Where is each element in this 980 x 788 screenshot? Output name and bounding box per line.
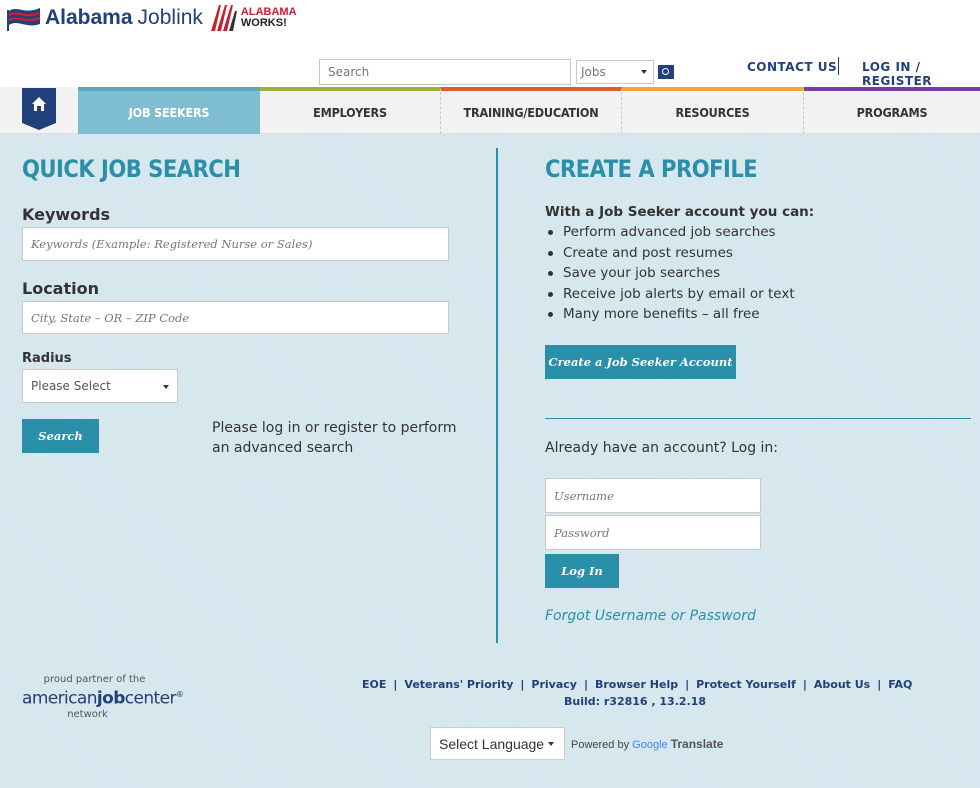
- alabama-works-logo: ALABAMA WORKS!: [209, 3, 297, 33]
- brand-name-light: Joblink: [137, 6, 203, 29]
- list-item: Many more benefits – all free: [545, 304, 795, 325]
- home-button[interactable]: [22, 88, 56, 130]
- radius-label: Radius: [22, 351, 72, 366]
- registered-mark: ®: [175, 690, 184, 699]
- alabama-joblink-logo[interactable]: Alabama Joblink ALABAMA WORKS!: [6, 3, 297, 33]
- tab-training-education[interactable]: TRAINING/EDUCATION: [441, 87, 622, 134]
- list-item: Create and post resumes: [545, 243, 795, 264]
- forgot-credentials-link[interactable]: Forgot Username or Password: [545, 608, 756, 624]
- contact-us-link[interactable]: CONTACT US: [747, 60, 837, 74]
- header-search-input[interactable]: Search: [319, 59, 571, 85]
- benefits-list: Perform advanced job searches Create and…: [545, 222, 795, 325]
- footer-link-privacy[interactable]: Privacy: [531, 678, 577, 691]
- radius-select[interactable]: Please Select: [22, 369, 178, 403]
- footer-link-browser-help[interactable]: Browser Help: [595, 678, 678, 691]
- home-icon: [32, 97, 46, 111]
- radius-value: Please Select: [31, 379, 111, 393]
- location-input[interactable]: City, State – OR – ZIP Code: [22, 301, 449, 334]
- username-input[interactable]: Username: [545, 478, 761, 513]
- search-icon[interactable]: [658, 65, 674, 79]
- header-search-type-select[interactable]: Jobs: [576, 60, 654, 84]
- profile-intro: With a Job Seeker account you can:: [545, 204, 815, 220]
- language-value: Select Language: [439, 735, 545, 752]
- site-header: Alabama Joblink ALABAMA WORKS! Search Jo…: [0, 0, 980, 88]
- chevron-down-icon: [163, 385, 169, 389]
- login-register-link[interactable]: LOG IN / REGISTER: [862, 60, 980, 88]
- partner-network: network: [67, 708, 108, 720]
- column-divider: [496, 148, 498, 643]
- powered-by-label: Powered by: [571, 739, 630, 751]
- location-label: Location: [22, 279, 99, 298]
- google-translate-attribution: Powered by Google Translate: [571, 737, 723, 751]
- keywords-input[interactable]: Keywords (Example: Registered Nurse or S…: [22, 227, 449, 261]
- footer-link-protect-yourself[interactable]: Protect Yourself: [696, 678, 796, 691]
- footer-link-eoe[interactable]: EOE: [362, 678, 386, 691]
- partner-center: center: [124, 688, 177, 709]
- login-button[interactable]: Log In: [545, 554, 619, 588]
- google-logo: Google: [632, 739, 668, 751]
- header-divider: [838, 57, 839, 75]
- translate-label: Translate: [670, 737, 724, 751]
- advanced-search-note: Please log in or register to perform an …: [212, 420, 457, 456]
- create-profile-title: CREATE A PROFILE: [545, 155, 758, 183]
- alabama-works-icon: [210, 5, 237, 31]
- keywords-label: Keywords: [22, 205, 111, 224]
- partner-american: american: [22, 688, 97, 709]
- tab-job-seekers[interactable]: JOB SEEKERS: [78, 87, 260, 134]
- footer-links: EOE | Veterans' Priority | Privacy | Browser H…: [362, 678, 913, 691]
- build-info: Build: r32816 , 13.2.18: [564, 695, 707, 708]
- brand-name-bold: Alabama: [45, 6, 133, 29]
- tab-programs[interactable]: PROGRAMS: [804, 87, 980, 134]
- partner-line1: proud partner of the: [43, 674, 146, 685]
- language-select[interactable]: Select Language: [430, 727, 565, 760]
- list-item: Receive job alerts by email or text: [545, 284, 795, 305]
- chevron-down-icon: [548, 742, 554, 746]
- chevron-down-icon: [641, 70, 647, 74]
- footer-link-veterans-priority[interactable]: Veterans' Priority: [404, 678, 513, 691]
- section-divider: [545, 418, 971, 419]
- login-prompt: Already have an account? Log in:: [545, 440, 779, 456]
- tab-employers[interactable]: EMPLOYERS: [260, 87, 441, 134]
- partner-job: job: [96, 688, 125, 709]
- tab-resources[interactable]: RESOURCES: [622, 87, 804, 134]
- quick-job-search-title: QUICK JOB SEARCH: [22, 155, 241, 183]
- footer-link-faq[interactable]: FAQ: [888, 678, 912, 691]
- search-button[interactable]: Search: [22, 419, 99, 453]
- flag-icon: [7, 8, 41, 31]
- search-type-value: Jobs: [581, 65, 606, 79]
- list-item: Perform advanced job searches: [545, 222, 795, 243]
- alabama-works-line2: WORKS!: [240, 17, 287, 29]
- footer-link-about-us[interactable]: About Us: [814, 678, 870, 691]
- american-job-center-logo[interactable]: proud partner of the americanjobcenter® …: [22, 674, 184, 720]
- create-account-button[interactable]: Create a Job Seeker Account: [545, 345, 736, 379]
- list-item: Save your job searches: [545, 263, 795, 284]
- password-input[interactable]: Password: [545, 515, 761, 550]
